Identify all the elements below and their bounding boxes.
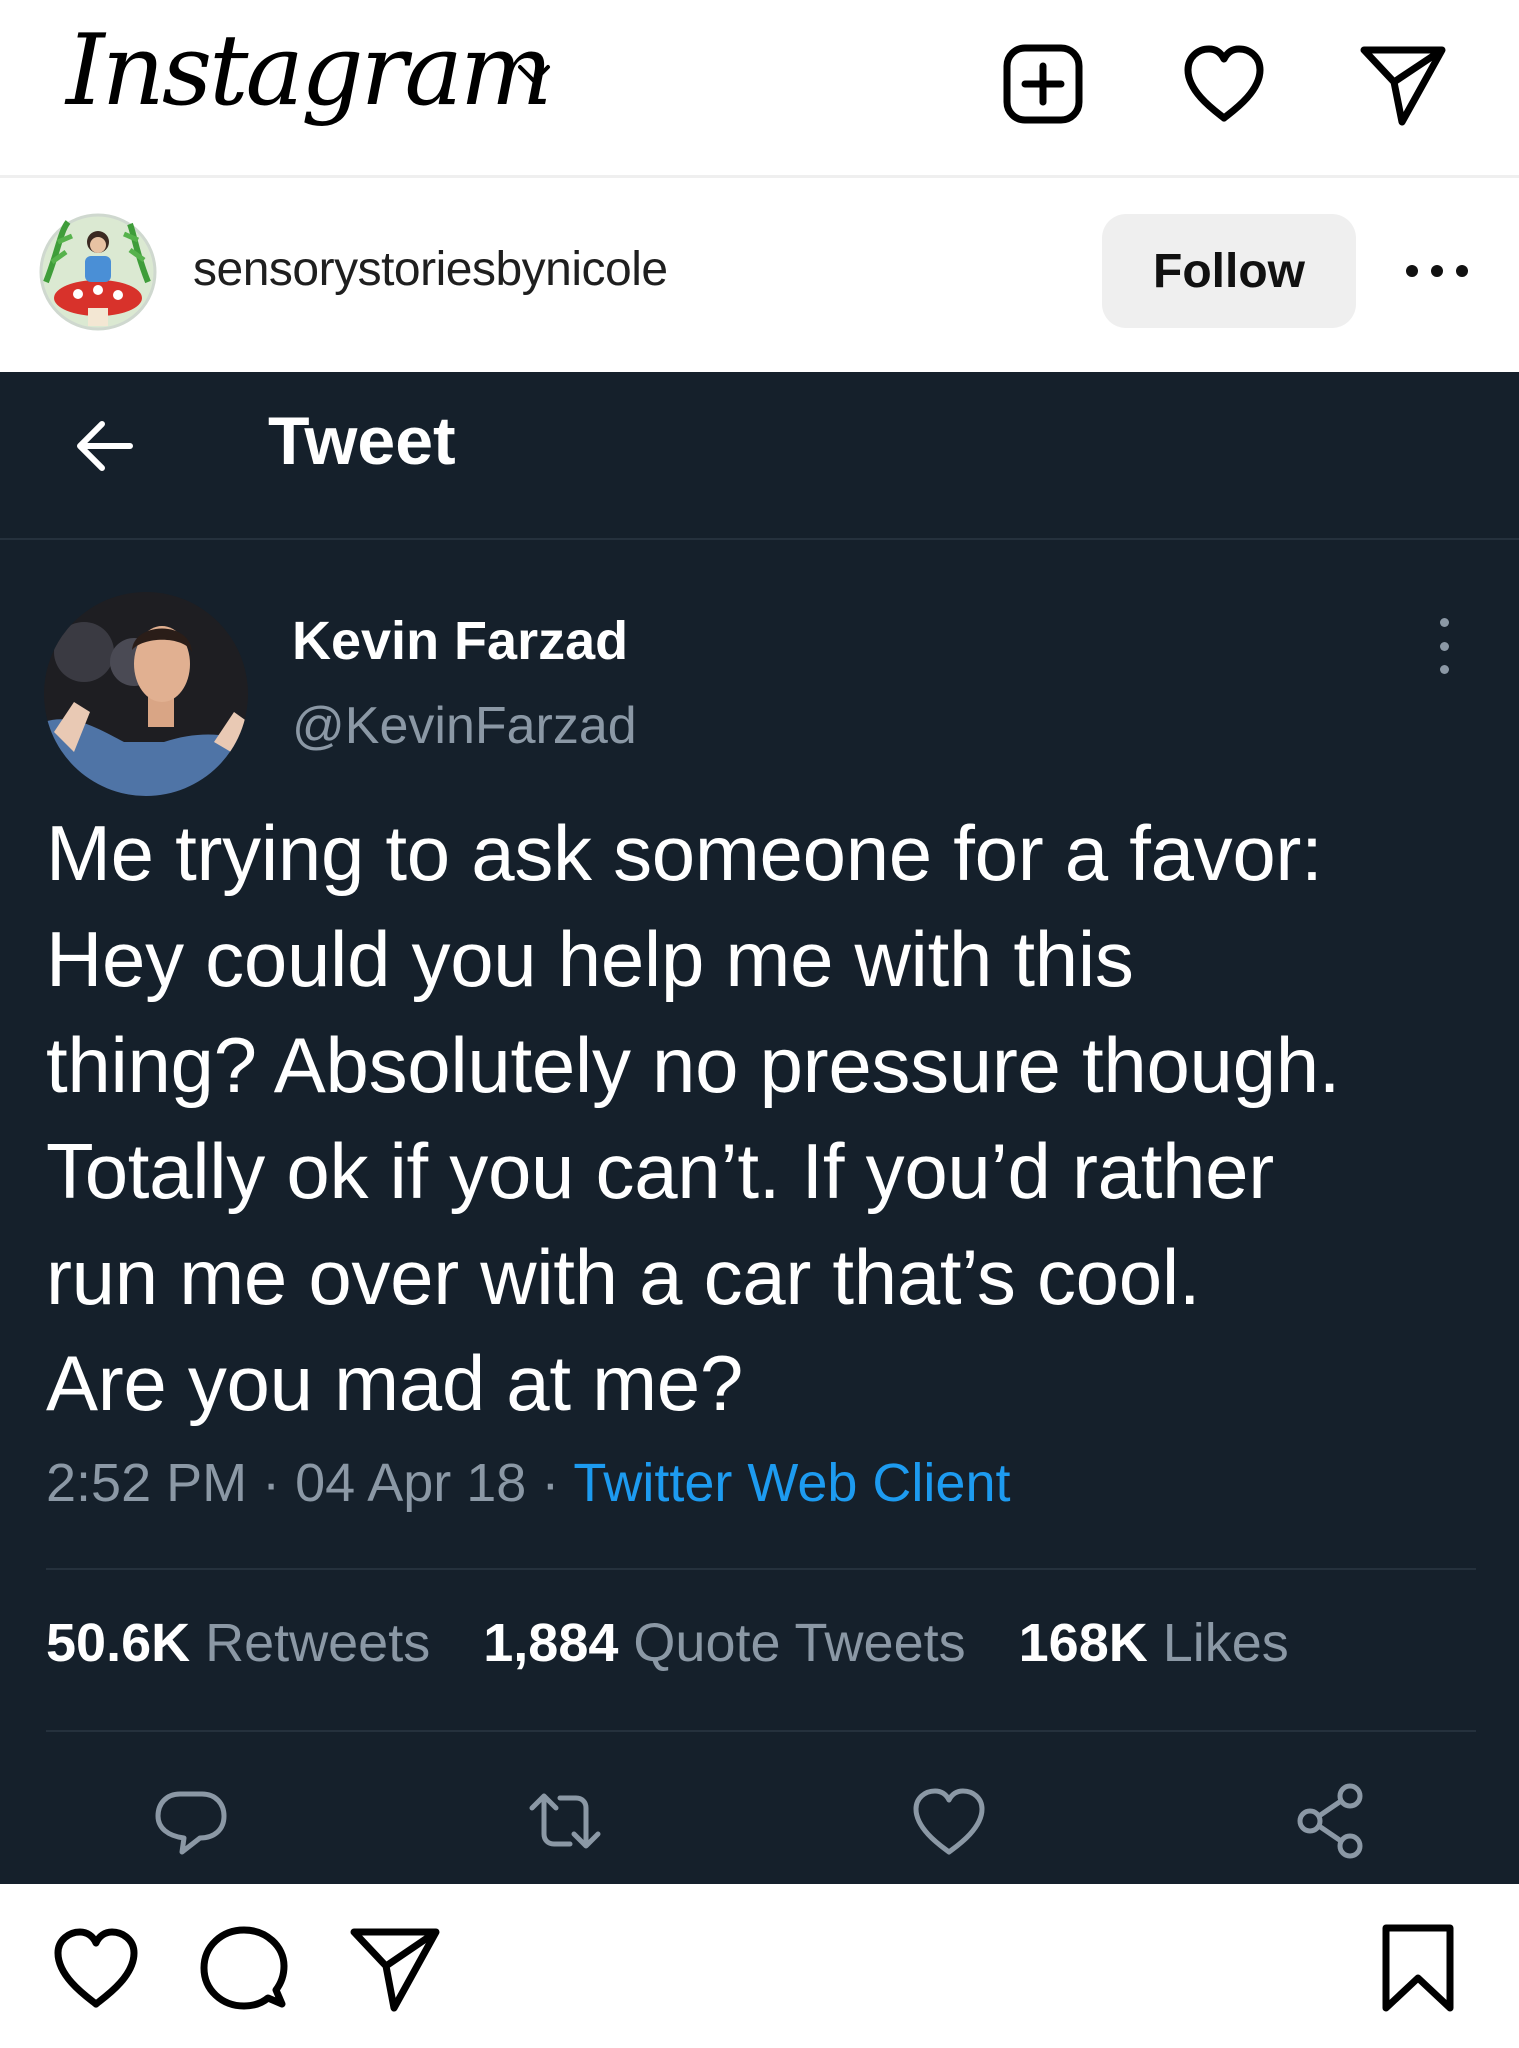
retweet-icon [529,1793,601,1849]
tweet-stats: 50.6K Retweets 1,884 Quote Tweets 168K L… [46,1612,1289,1674]
likes-count: 168K [1018,1613,1148,1673]
tweet-author-name: Kevin Farzad [292,611,629,671]
direct-message-icon[interactable] [1356,38,1448,130]
heart-icon[interactable] [48,1920,144,2016]
post-header: sensorystoriesbynicole Follow [0,178,1519,370]
tweet-text-line: run me over with a car that’s cool. [46,1233,1201,1321]
instagram-top-bar: Instagram [0,0,1519,178]
retweets-count: 50.6K [46,1613,191,1673]
tweet-text: Me trying to ask someone for a favor: He… [46,800,1486,1436]
instagram-logo[interactable]: Instagram [66,6,553,136]
more-options-icon[interactable] [1406,256,1468,286]
quotes-count: 1,884 [483,1613,619,1673]
tweet-image: Tweet Kevin Farzad @KevinFarzad Me tryin… [0,372,1519,1884]
tweet-author-avatar [44,592,248,796]
tweet-title: Tweet [268,403,456,479]
chevron-down-icon[interactable] [516,62,552,86]
tweet-text-line: Totally ok if you can’t. If you’d rather [46,1127,1274,1215]
new-post-icon[interactable] [997,38,1089,130]
share-icon[interactable] [346,1920,442,2016]
post-actions-bar [0,1884,1519,2048]
quotes-label: Quote Tweets [633,1613,966,1673]
retweets-label: Retweets [205,1613,431,1673]
comment-icon[interactable] [196,1920,292,2016]
tweet-text-line: Me trying to ask someone for a favor: [46,809,1323,897]
heart-icon[interactable] [1178,38,1270,130]
tweet-text-line: Are you mad at me? [46,1339,743,1427]
bookmark-icon[interactable] [1370,1920,1466,2016]
tweet-more-icon [1432,618,1456,674]
tweet-author-handle: @KevinFarzad [292,697,637,755]
separator-dot: · [541,1453,560,1513]
tweet-meta: 2:52 PM · 04 Apr 18 · Twitter Web Client [46,1452,1011,1514]
divider [46,1730,1476,1732]
tweet-client: Twitter Web Client [573,1453,1011,1513]
avatar[interactable] [38,212,158,332]
reply-icon [155,1791,227,1855]
post-username[interactable]: sensorystoriesbynicole [193,242,668,297]
tweet-date: 04 Apr 18 [295,1453,527,1513]
likes-label: Likes [1162,1613,1289,1673]
separator-dot: · [262,1453,281,1513]
share-icon [1297,1783,1363,1859]
tweet-text-line: thing? Absolutely no pressure though. [46,1021,1341,1109]
follow-button[interactable]: Follow [1102,214,1356,328]
tweet-time: 2:52 PM [46,1453,248,1513]
tweet-header: Tweet [0,372,1519,540]
tweet-text-line: Hey could you help me with this [46,915,1134,1003]
divider [46,1568,1476,1570]
back-arrow-icon [77,421,133,471]
like-icon [913,1788,985,1855]
